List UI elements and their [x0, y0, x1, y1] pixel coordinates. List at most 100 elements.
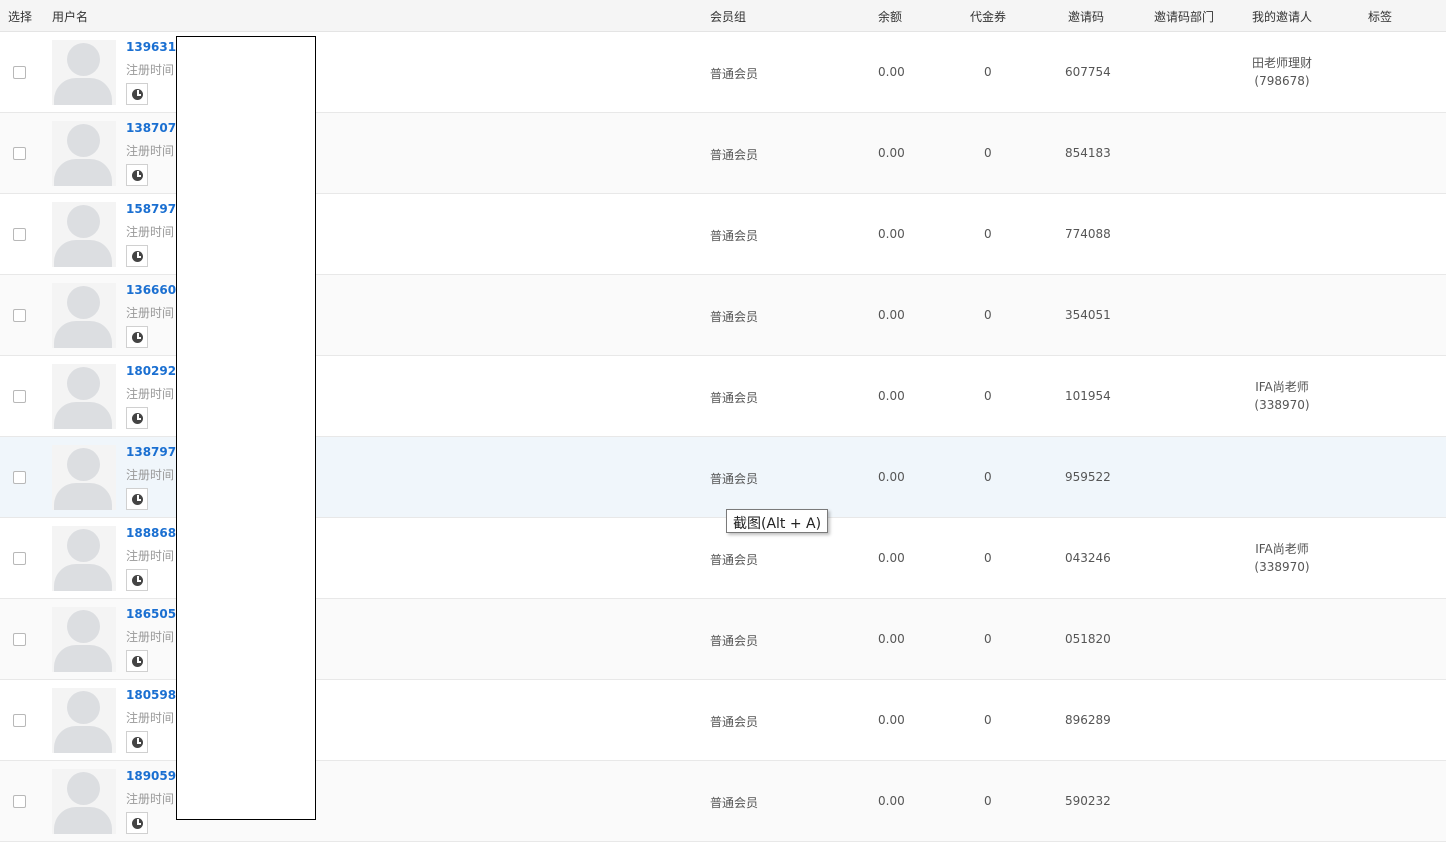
header-voucher: 代金券 [970, 10, 1007, 24]
member-group: 普通会员 [710, 67, 759, 81]
register-time-label: 注册时间 [126, 63, 175, 77]
clock-icon[interactable] [126, 569, 148, 591]
register-time-label: 注册时间 [126, 387, 175, 401]
header-invite-code: 邀请码 [1068, 10, 1105, 24]
header-my-inviter: 我的邀请人 [1252, 10, 1313, 24]
voucher: 0 [984, 470, 992, 484]
row-checkbox[interactable] [13, 390, 26, 403]
inviter: 田老师理财 (798678) [1240, 54, 1324, 90]
member-group: 普通会员 [710, 229, 759, 243]
member-group: 普通会员 [710, 796, 759, 810]
avatar [52, 769, 116, 834]
table-header: 选择 用户名 会员组 余额 代金券 邀请码 邀请码部门 我的邀请人 标签 [0, 0, 1446, 32]
balance: 0.00 [878, 794, 905, 808]
balance: 0.00 [878, 632, 905, 646]
redaction-box [176, 36, 316, 820]
invite-code: 043246 [1065, 551, 1111, 565]
avatar [52, 202, 116, 267]
screenshot-tooltip: 截图(Alt + A) [726, 509, 829, 533]
clock-icon[interactable] [126, 326, 148, 348]
register-time-label: 注册时间 [126, 225, 175, 239]
clock-icon[interactable] [126, 488, 148, 510]
member-group: 普通会员 [710, 472, 759, 486]
invite-code: 607754 [1065, 65, 1111, 79]
header-balance: 余额 [878, 10, 903, 24]
balance: 0.00 [878, 65, 905, 79]
clock-icon[interactable] [126, 164, 148, 186]
avatar [52, 283, 116, 348]
header-select: 选择 [8, 10, 33, 24]
inviter: IFA尚老师 (338970) [1240, 378, 1324, 414]
invite-code: 896289 [1065, 713, 1111, 727]
clock-icon[interactable] [126, 83, 148, 105]
row-checkbox[interactable] [13, 471, 26, 484]
inviter-name: 田老师理财 [1251, 56, 1312, 70]
avatar [52, 688, 116, 753]
header-invite-dept: 邀请码部门 [1154, 10, 1215, 24]
voucher: 0 [984, 65, 992, 79]
member-group: 普通会员 [710, 553, 759, 567]
voucher: 0 [984, 146, 992, 160]
voucher: 0 [984, 389, 992, 403]
member-group: 普通会员 [710, 634, 759, 648]
member-group: 普通会员 [710, 310, 759, 324]
row-checkbox[interactable] [13, 552, 26, 565]
balance: 0.00 [878, 551, 905, 565]
voucher: 0 [984, 794, 992, 808]
voucher: 0 [984, 308, 992, 322]
clock-icon[interactable] [126, 407, 148, 429]
invite-code: 959522 [1065, 470, 1111, 484]
register-time-label: 注册时间 [126, 630, 175, 644]
balance: 0.00 [878, 389, 905, 403]
row-checkbox[interactable] [13, 795, 26, 808]
row-checkbox[interactable] [13, 147, 26, 160]
row-checkbox[interactable] [13, 714, 26, 727]
clock-icon[interactable] [126, 650, 148, 672]
invite-code: 101954 [1065, 389, 1111, 403]
member-group: 普通会员 [710, 148, 759, 162]
row-checkbox[interactable] [13, 309, 26, 322]
inviter-code: (338970) [1254, 398, 1310, 412]
balance: 0.00 [878, 146, 905, 160]
balance: 0.00 [878, 227, 905, 241]
invite-code: 051820 [1065, 632, 1111, 646]
voucher: 0 [984, 632, 992, 646]
voucher: 0 [984, 551, 992, 565]
inviter: IFA尚老师 (338970) [1240, 540, 1324, 576]
invite-code: 854183 [1065, 146, 1111, 160]
avatar [52, 364, 116, 429]
clock-icon[interactable] [126, 812, 148, 834]
inviter-code: (338970) [1254, 560, 1310, 574]
register-time-label: 注册时间 [126, 711, 175, 725]
member-group: 普通会员 [710, 715, 759, 729]
balance: 0.00 [878, 308, 905, 322]
register-time-label: 注册时间 [126, 144, 175, 158]
row-checkbox[interactable] [13, 633, 26, 646]
header-username: 用户名 [52, 10, 89, 24]
invite-code: 354051 [1065, 308, 1111, 322]
register-time-label: 注册时间 [126, 549, 175, 563]
voucher: 0 [984, 713, 992, 727]
register-time-label: 注册时间 [126, 306, 175, 320]
member-group: 普通会员 [710, 391, 759, 405]
register-time-label: 注册时间 [126, 468, 175, 482]
balance: 0.00 [878, 470, 905, 484]
avatar [52, 607, 116, 672]
avatar [52, 121, 116, 186]
register-time-label: 注册时间 [126, 792, 175, 806]
clock-icon[interactable] [126, 731, 148, 753]
inviter-code: (798678) [1254, 74, 1310, 88]
row-checkbox[interactable] [13, 66, 26, 79]
invite-code: 774088 [1065, 227, 1111, 241]
clock-icon[interactable] [126, 245, 148, 267]
avatar [52, 445, 116, 510]
inviter-name: IFA尚老师 [1255, 542, 1309, 556]
balance: 0.00 [878, 713, 905, 727]
inviter-name: IFA尚老师 [1255, 380, 1309, 394]
header-tags: 标签 [1368, 10, 1393, 24]
row-checkbox[interactable] [13, 228, 26, 241]
invite-code: 590232 [1065, 794, 1111, 808]
voucher: 0 [984, 227, 992, 241]
avatar [52, 40, 116, 105]
header-group: 会员组 [710, 10, 747, 24]
